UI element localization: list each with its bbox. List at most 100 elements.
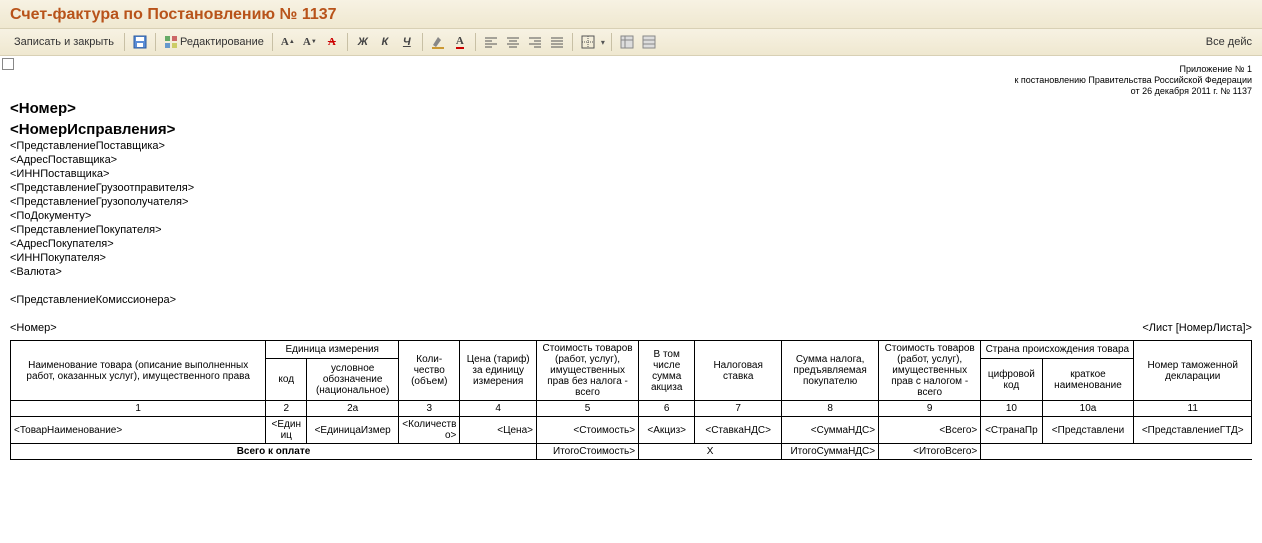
colnum: 1 — [11, 401, 266, 417]
consignee: <ПредставлениеГрузополучателя> — [10, 196, 1252, 208]
cell: <Стоимость> — [536, 417, 638, 444]
supplier-name: <ПредставлениеПоставщика> — [10, 140, 1252, 152]
clear-format-icon[interactable]: A — [323, 33, 341, 51]
toolbar: Записать и закрыть Редактирование A▲ A▼ … — [0, 29, 1262, 56]
col-price: Цена (тариф) за единицу измерения — [460, 341, 537, 401]
title-bar: Счет-фактура по Постановлению № 1137 — [0, 0, 1262, 29]
buyer-address: <АдресПокупателя> — [10, 238, 1252, 250]
cell: <СуммаНДС> — [782, 417, 879, 444]
edit-mode-button[interactable]: Редактирование — [162, 35, 266, 49]
col-country-group: Страна происхождения товара — [981, 341, 1134, 359]
cell: <ЕдиницаИзмер — [307, 417, 399, 444]
sheet-number-left: <Номер> — [10, 322, 57, 334]
save-and-close-button[interactable]: Записать и закрыть — [10, 34, 118, 50]
colnum: 10 — [981, 401, 1042, 417]
cell: <СтавкаНДС> — [695, 417, 782, 444]
col-customs: Номер таможенной декларации — [1134, 341, 1252, 401]
align-center-icon[interactable] — [504, 33, 522, 51]
colnum: 2 — [266, 401, 307, 417]
table-icon-2[interactable] — [640, 33, 658, 51]
total-row: Всего к оплате ИтогоСтоимость> X ИтогоСу… — [11, 444, 1252, 460]
align-right-icon[interactable] — [526, 33, 544, 51]
col-excise: В том числе сумма акциза — [639, 341, 695, 401]
col-cost-notax: Стоимость товаров (работ, услуг), имущес… — [536, 341, 638, 401]
align-justify-icon[interactable] — [548, 33, 566, 51]
cell: <Всего> — [879, 417, 981, 444]
col-country-name: краткое наименование — [1042, 359, 1134, 401]
sheet-line: <Номер> <Лист [НомерЛиста]> — [10, 322, 1252, 334]
commissioner: <ПредставлениеКомиссионера> — [10, 294, 1252, 306]
document-area: Приложение № 1 к постановлению Правитель… — [0, 56, 1262, 480]
header-correction: <НомерИсправления> — [10, 121, 1252, 138]
colnum: 4 — [460, 401, 537, 417]
borders-icon[interactable] — [579, 33, 597, 51]
window-title: Счет-фактура по Постановлению № 1137 — [10, 6, 1252, 24]
italic-icon[interactable]: К — [376, 33, 394, 51]
col-cost-tax: Стоимость товаров (работ, услуг), имущес… — [879, 341, 981, 401]
col-unit-code: код — [266, 359, 307, 401]
sheet-number-right: <Лист [НомерЛиста]> — [1142, 322, 1252, 334]
total-x: X — [639, 444, 782, 460]
col-unit-name: условное обозначение (национальное) — [307, 359, 399, 401]
header-number: <Номер> — [10, 100, 1252, 117]
by-document: <ПоДокументу> — [10, 210, 1252, 222]
col-name: Наименование товара (описание выполненны… — [11, 341, 266, 401]
total-tax: ИтогоСуммаНДС> — [782, 444, 879, 460]
appendix-line: Приложение № 1 — [10, 64, 1252, 75]
font-increase-icon[interactable]: A▲ — [279, 33, 297, 51]
supplier-inn: <ИННПоставщика> — [10, 168, 1252, 180]
save-icon[interactable] — [131, 33, 149, 51]
separator — [422, 33, 423, 51]
total-label: Всего к оплате — [11, 444, 537, 460]
table-row[interactable]: <ТоварНаименование> <Единиц <ЕдиницаИзме… — [11, 417, 1252, 444]
bold-icon[interactable]: Ж — [354, 33, 372, 51]
col-country-code: цифровой код — [981, 359, 1042, 401]
col-tax-sum: Сумма налога, предъявляемая покупателю — [782, 341, 879, 401]
background-color-icon[interactable] — [429, 33, 447, 51]
all-actions-button[interactable]: Все дейс — [1206, 36, 1252, 48]
col-tax-rate: Налоговая ставка — [695, 341, 782, 401]
appendix-line: к постановлению Правительства Российской… — [10, 75, 1252, 86]
colnum: 2а — [307, 401, 399, 417]
buyer-name: <ПредставлениеПокупателя> — [10, 224, 1252, 236]
cell: <Цена> — [460, 417, 537, 444]
supplier-address: <АдресПоставщика> — [10, 154, 1252, 166]
separator — [347, 33, 348, 51]
cell-name: <ТоварНаименование> — [11, 417, 266, 444]
separator — [124, 33, 125, 51]
appendix-line: от 26 декабря 2011 г. № 1137 — [10, 86, 1252, 97]
ruler-corner — [2, 58, 14, 70]
colnum: 6 — [639, 401, 695, 417]
cell: <Представлени — [1042, 417, 1134, 444]
borders-dropdown-icon[interactable]: ▾ — [601, 38, 605, 47]
cell: <Количество> — [399, 417, 460, 444]
currency: <Валюта> — [10, 266, 1252, 278]
invoice-table: Наименование товара (описание выполненны… — [10, 340, 1252, 460]
appendix-block: Приложение № 1 к постановлению Правитель… — [10, 64, 1252, 96]
separator — [272, 33, 273, 51]
separator — [475, 33, 476, 51]
cell: <Акциз> — [639, 417, 695, 444]
col-unit-group: Единица измерения — [266, 341, 399, 359]
separator — [611, 33, 612, 51]
total-cost: ИтогоСтоимость> — [536, 444, 638, 460]
colnum: 10а — [1042, 401, 1134, 417]
colnum: 3 — [399, 401, 460, 417]
text-color-icon[interactable]: A — [451, 33, 469, 51]
buyer-inn: <ИННПокупателя> — [10, 252, 1252, 264]
colnum: 7 — [695, 401, 782, 417]
align-left-icon[interactable] — [482, 33, 500, 51]
colnum: 8 — [782, 401, 879, 417]
colnum: 9 — [879, 401, 981, 417]
colnum: 11 — [1134, 401, 1252, 417]
cell: <ПредставлениеГТД> — [1134, 417, 1252, 444]
table-icon-1[interactable] — [618, 33, 636, 51]
total-empty — [981, 444, 1252, 460]
underline-icon[interactable]: Ч — [398, 33, 416, 51]
cell: <Единиц — [266, 417, 307, 444]
cell: <СтранаПр — [981, 417, 1042, 444]
total-all: <ИтогоВсего> — [879, 444, 981, 460]
font-decrease-icon[interactable]: A▼ — [301, 33, 319, 51]
col-qty: Коли-чество (объем) — [399, 341, 460, 401]
colnum: 5 — [536, 401, 638, 417]
